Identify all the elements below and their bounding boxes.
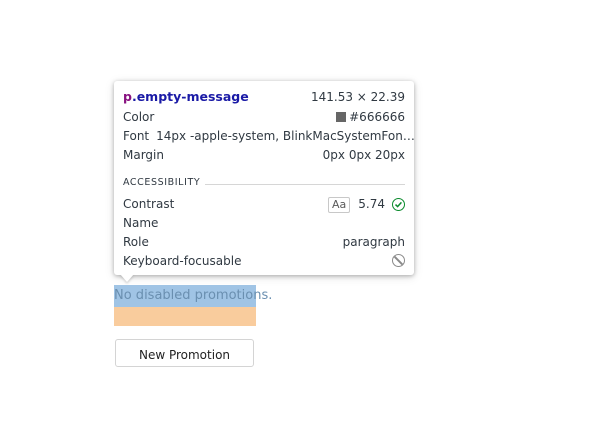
role-row: Role paragraph [123,233,405,251]
color-label: Color [123,110,155,124]
new-promotion-button[interactable]: New Promotion [115,339,254,367]
name-label: Name [123,216,159,230]
color-value: #666666 [349,110,405,124]
not-allowed-icon [392,254,405,267]
color-swatch-icon [336,112,347,122]
role-label: Role [123,235,149,249]
name-row: Name [123,214,405,232]
inspect-tooltip: p.empty-message 141.53 × 22.39 Color #66… [114,81,415,275]
font-row: Font 14px -apple-system, BlinkMacSystemFo… [123,127,415,145]
font-value: 14px -apple-system, BlinkMacSystemFon… [156,129,415,143]
contrast-value: 5.74 [358,197,385,211]
accessibility-heading: ACCESSIBILITY [123,177,201,188]
margin-value: 0px 0px 20px [322,148,405,162]
tooltip-arrow [120,274,134,282]
empty-message-highlight: No disabled promotions. [114,285,272,326]
check-circle-icon [392,198,405,211]
contrast-row: Contrast Aa 5.74 [123,195,405,213]
section-divider [205,184,405,185]
margin-row: Margin 0px 0px 20px [123,146,405,164]
color-row: Color #666666 [123,108,405,126]
element-class: .empty-message [131,89,249,104]
contrast-aa-badge: Aa [328,197,351,213]
role-value: paragraph [342,235,405,249]
font-label: Font [123,129,150,143]
keyboard-focusable-label: Keyboard-focusable [123,254,242,268]
tooltip-header: p.empty-message 141.53 × 22.39 [123,88,405,106]
accessibility-section-header: ACCESSIBILITY [123,177,405,191]
element-tag: p [123,89,132,104]
keyboard-focusable-row: Keyboard-focusable [123,252,405,270]
contrast-label: Contrast [123,197,175,211]
margin-label: Margin [123,148,164,162]
element-size: 141.53 × 22.39 [310,90,405,104]
empty-message: No disabled promotions. [114,285,272,307]
